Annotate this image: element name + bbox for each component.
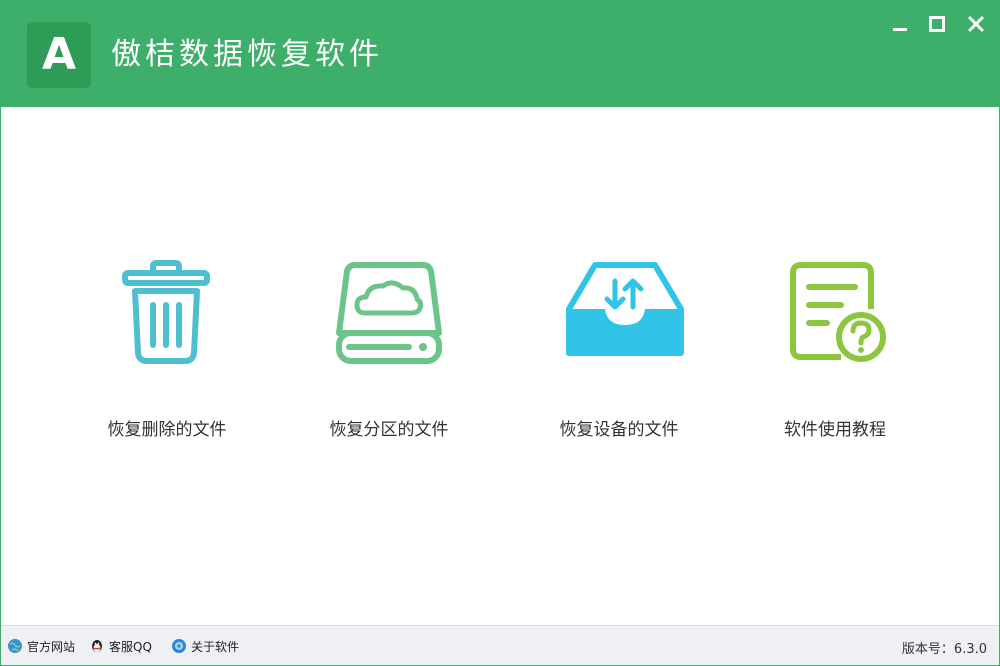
minimize-icon — [893, 28, 907, 31]
status-bar: 官方网站 客服QQ 关于软件 版本号：6.3.0 — [1, 625, 999, 665]
maximize-button[interactable] — [924, 11, 950, 37]
close-icon — [968, 16, 984, 32]
tile-recover-partition[interactable]: 恢复分区的文件 — [289, 217, 489, 447]
about-software-link[interactable]: 关于软件 — [171, 635, 239, 657]
qq-penguin-icon — [92, 640, 102, 652]
tile-recover-device[interactable]: 恢复设备的文件 — [519, 217, 719, 447]
info-globe-icon — [172, 639, 186, 653]
app-window: A 傲桔数据恢复软件 恢复删除的文件 恢复分区的文件 恢复设备的文件 软件使用教… — [0, 0, 1000, 666]
maximize-icon — [929, 16, 945, 32]
official-site-label: 官方网站 — [27, 639, 76, 654]
minimize-button[interactable] — [887, 11, 913, 37]
inbox-transfer-icon — [566, 262, 684, 356]
title-bar[interactable]: A 傲桔数据恢复软件 — [1, 1, 999, 107]
trash-icon — [122, 260, 210, 364]
tile-tutorial[interactable]: 软件使用教程 — [735, 217, 935, 447]
tile-label: 恢复分区的文件 — [329, 420, 449, 440]
version-label: 版本号：6.3.0 — [901, 642, 987, 657]
customer-service-qq-link[interactable]: 客服QQ — [89, 635, 152, 657]
tile-recover-deleted[interactable]: 恢复删除的文件 — [67, 217, 267, 447]
main-content: 恢复删除的文件 恢复分区的文件 恢复设备的文件 软件使用教程 — [1, 107, 999, 625]
tile-label: 恢复设备的文件 — [559, 420, 679, 440]
close-button[interactable] — [963, 11, 989, 37]
tile-label: 恢复删除的文件 — [107, 420, 227, 440]
app-title: 傲桔数据恢复软件 — [111, 37, 383, 72]
about-software-label: 关于软件 — [191, 639, 240, 654]
tile-label: 软件使用教程 — [784, 420, 886, 440]
globe-icon — [8, 639, 22, 653]
document-help-icon — [790, 262, 886, 362]
drive-cloud-icon — [336, 262, 442, 364]
official-site-link[interactable]: 官方网站 — [7, 635, 75, 657]
app-logo: A — [27, 22, 91, 88]
customer-service-qq-label: 客服QQ — [109, 639, 152, 654]
